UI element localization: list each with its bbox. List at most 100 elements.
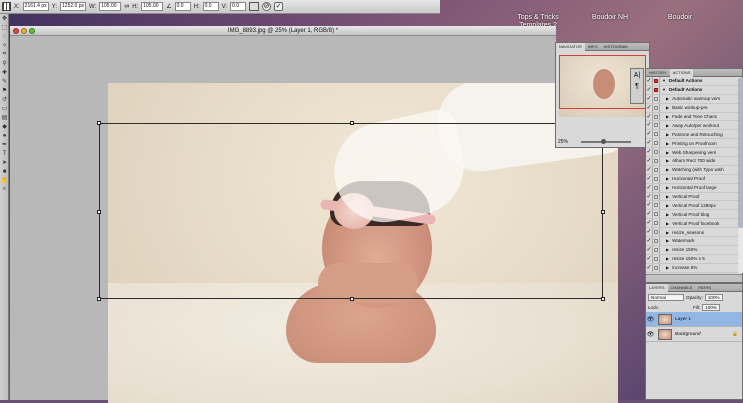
eyedropper-tool-icon[interactable]: ⚲ <box>0 59 9 68</box>
dialog-toggle[interactable] <box>653 112 660 121</box>
checkmark-icon[interactable]: ✓ <box>646 130 653 139</box>
dodge-tool-icon[interactable]: ● <box>0 131 9 140</box>
checkmark-icon[interactable]: ✓ <box>646 192 653 201</box>
action-row[interactable]: ✓ ▶ Away Auto/per workout <box>646 121 742 131</box>
transform-handle[interactable] <box>97 210 101 214</box>
disclosure-icon[interactable]: ▶ <box>660 96 670 101</box>
checkmark-icon[interactable]: ✓ <box>646 228 653 237</box>
transform-handle[interactable] <box>97 297 101 301</box>
history-brush-tool-icon[interactable]: ↺ <box>0 95 9 104</box>
action-row[interactable]: ✓ ▶ Printing on Proofroom <box>646 139 742 149</box>
shape-tool-icon[interactable]: ■ <box>0 167 9 176</box>
action-row[interactable]: ✓ ▶ Basic workup-pre <box>646 103 742 113</box>
blur-tool-icon[interactable]: ◆ <box>0 122 9 131</box>
checkmark-icon[interactable]: ✓ <box>646 77 653 85</box>
transform-handle[interactable] <box>601 297 605 301</box>
document-title-bar[interactable]: IMG_8893.jpg @ 25% (Layer 1, RGB/8) * <box>10 26 556 36</box>
blend-mode-select[interactable]: Normal <box>648 293 684 301</box>
y-position-field[interactable]: 1252.0 px <box>60 2 87 11</box>
magic-wand-tool-icon[interactable]: ✧ <box>0 41 9 50</box>
character-panel-icon[interactable]: A| <box>634 72 641 79</box>
checkmark-icon[interactable]: ✓ <box>646 165 653 174</box>
disclosure-icon[interactable]: ▶ <box>660 132 670 137</box>
height-scale-field[interactable]: 105.00 <box>141 2 164 11</box>
marquee-tool-icon[interactable]: ⬚ <box>0 23 9 32</box>
checkmark-icon[interactable]: ✓ <box>646 157 653 165</box>
dialog-toggle[interactable] <box>653 139 660 148</box>
disclosure-icon[interactable]: ▶ <box>660 150 670 155</box>
tab-paths[interactable]: PATHS <box>695 284 714 292</box>
tab-actions[interactable]: ACTIONS <box>669 68 694 77</box>
checkmark-icon[interactable]: ✓ <box>646 103 653 112</box>
disclosure-icon[interactable]: ▶ <box>660 230 670 235</box>
clone-stamp-tool-icon[interactable]: ⚑ <box>0 86 9 95</box>
dialog-toggle[interactable] <box>653 94 660 103</box>
action-row[interactable]: ✓ ▶ Album Rect 700 wide <box>646 157 742 166</box>
disclosure-icon[interactable]: ▶ <box>660 158 670 163</box>
checkmark-icon[interactable]: ✓ <box>646 139 653 148</box>
eye-icon[interactable]: 👁 <box>646 331 655 338</box>
hand-tool-icon[interactable]: ✋ <box>0 176 9 185</box>
action-row[interactable]: ✓ ▶ Vertical Proof facebook <box>646 219 742 229</box>
dialog-toggle[interactable] <box>653 245 660 254</box>
disclosure-icon[interactable]: ▶ <box>660 221 670 226</box>
zoom-tool-icon[interactable]: ⌕ <box>0 185 9 194</box>
dialog-toggle[interactable] <box>653 228 660 237</box>
checkmark-icon[interactable]: ✓ <box>646 112 653 121</box>
tab-navigator[interactable]: NAVIGATOR <box>556 42 585 51</box>
tab-layers[interactable]: LAYERS <box>646 283 668 292</box>
actions-scrollbar[interactable] <box>738 78 743 273</box>
cancel-transform-icon[interactable]: ⊘ <box>262 2 272 11</box>
action-row[interactable]: ✓ ▶ Vertical Proof blog <box>646 210 742 220</box>
dialog-toggle[interactable] <box>653 121 660 130</box>
x-position-field[interactable]: 2161.4 px <box>22 2 49 11</box>
gradient-tool-icon[interactable]: ▤ <box>0 113 9 122</box>
transform-handle[interactable] <box>97 121 101 125</box>
tab-history[interactable]: HISTORY <box>646 69 670 77</box>
minimize-window-icon[interactable] <box>21 28 27 34</box>
action-row[interactable]: ✓ ▶ Web Sharpening vers <box>646 148 742 158</box>
pen-tool-icon[interactable]: ✒ <box>0 140 9 149</box>
dialog-toggle[interactable] <box>653 157 660 165</box>
disclosure-icon[interactable]: ▶ <box>660 114 670 119</box>
disclosure-icon[interactable]: ▶ <box>660 185 670 190</box>
dialog-toggle[interactable] <box>653 263 660 272</box>
move-tool-icon[interactable]: ✥ <box>0 14 9 23</box>
checkmark-icon[interactable]: ✓ <box>646 148 653 157</box>
action-row[interactable]: ✓ ▶ Watching (with Typo wish <box>646 165 742 175</box>
width-scale-field[interactable]: 105.00 <box>99 2 122 11</box>
action-set-row[interactable]: ✓ ▼ Default Actions <box>646 77 742 86</box>
disclosure-icon[interactable]: ▶ <box>660 247 670 252</box>
path-selection-tool-icon[interactable]: ➤ <box>0 158 9 167</box>
scrollbar-thumb[interactable] <box>738 78 743 228</box>
desktop-icon-label[interactable]: Boudoir <box>650 14 710 22</box>
link-icon[interactable]: ∞ <box>124 3 129 10</box>
fill-field[interactable]: 100% <box>702 303 720 311</box>
commit-transform-icon[interactable]: ✓ <box>274 2 284 11</box>
disclosure-icon[interactable]: ▶ <box>660 194 670 199</box>
disclosure-icon[interactable]: ▶ <box>660 212 670 217</box>
transform-handle[interactable] <box>350 297 354 301</box>
action-row[interactable]: ✓ ▶ Pantone and Retouching <box>646 130 742 140</box>
dialog-toggle[interactable] <box>653 192 660 201</box>
eraser-tool-icon[interactable]: ▭ <box>0 104 9 113</box>
dialog-toggle[interactable] <box>653 130 660 139</box>
disclosure-icon[interactable]: ▶ <box>660 203 670 208</box>
checkmark-icon[interactable]: ✓ <box>646 210 653 219</box>
disclosure-icon[interactable]: ▼ <box>660 87 667 92</box>
checkmark-icon[interactable]: ✓ <box>646 245 653 254</box>
action-row[interactable]: ✓ ▶ Horizontal Proof large <box>646 183 742 193</box>
checkmark-icon[interactable]: ✓ <box>646 85 653 94</box>
disclosure-icon[interactable]: ▶ <box>660 123 670 128</box>
dialog-toggle[interactable] <box>653 237 660 245</box>
action-row[interactable]: ✓ ▶ Automatic warmup vers <box>646 94 742 104</box>
eye-icon[interactable]: 👁 <box>646 316 655 323</box>
disclosure-icon[interactable]: ▶ <box>660 105 670 110</box>
checkmark-icon[interactable]: ✓ <box>646 237 653 245</box>
disclosure-icon[interactable]: ▶ <box>660 256 670 261</box>
dialog-toggle[interactable] <box>653 210 660 219</box>
dialog-toggle[interactable] <box>653 165 660 174</box>
disclosure-icon[interactable]: ▶ <box>660 265 670 270</box>
paragraph-panel-icon[interactable]: ¶ <box>635 83 639 90</box>
action-row[interactable]: ✓ ▶ Horizontal Proof <box>646 174 742 184</box>
